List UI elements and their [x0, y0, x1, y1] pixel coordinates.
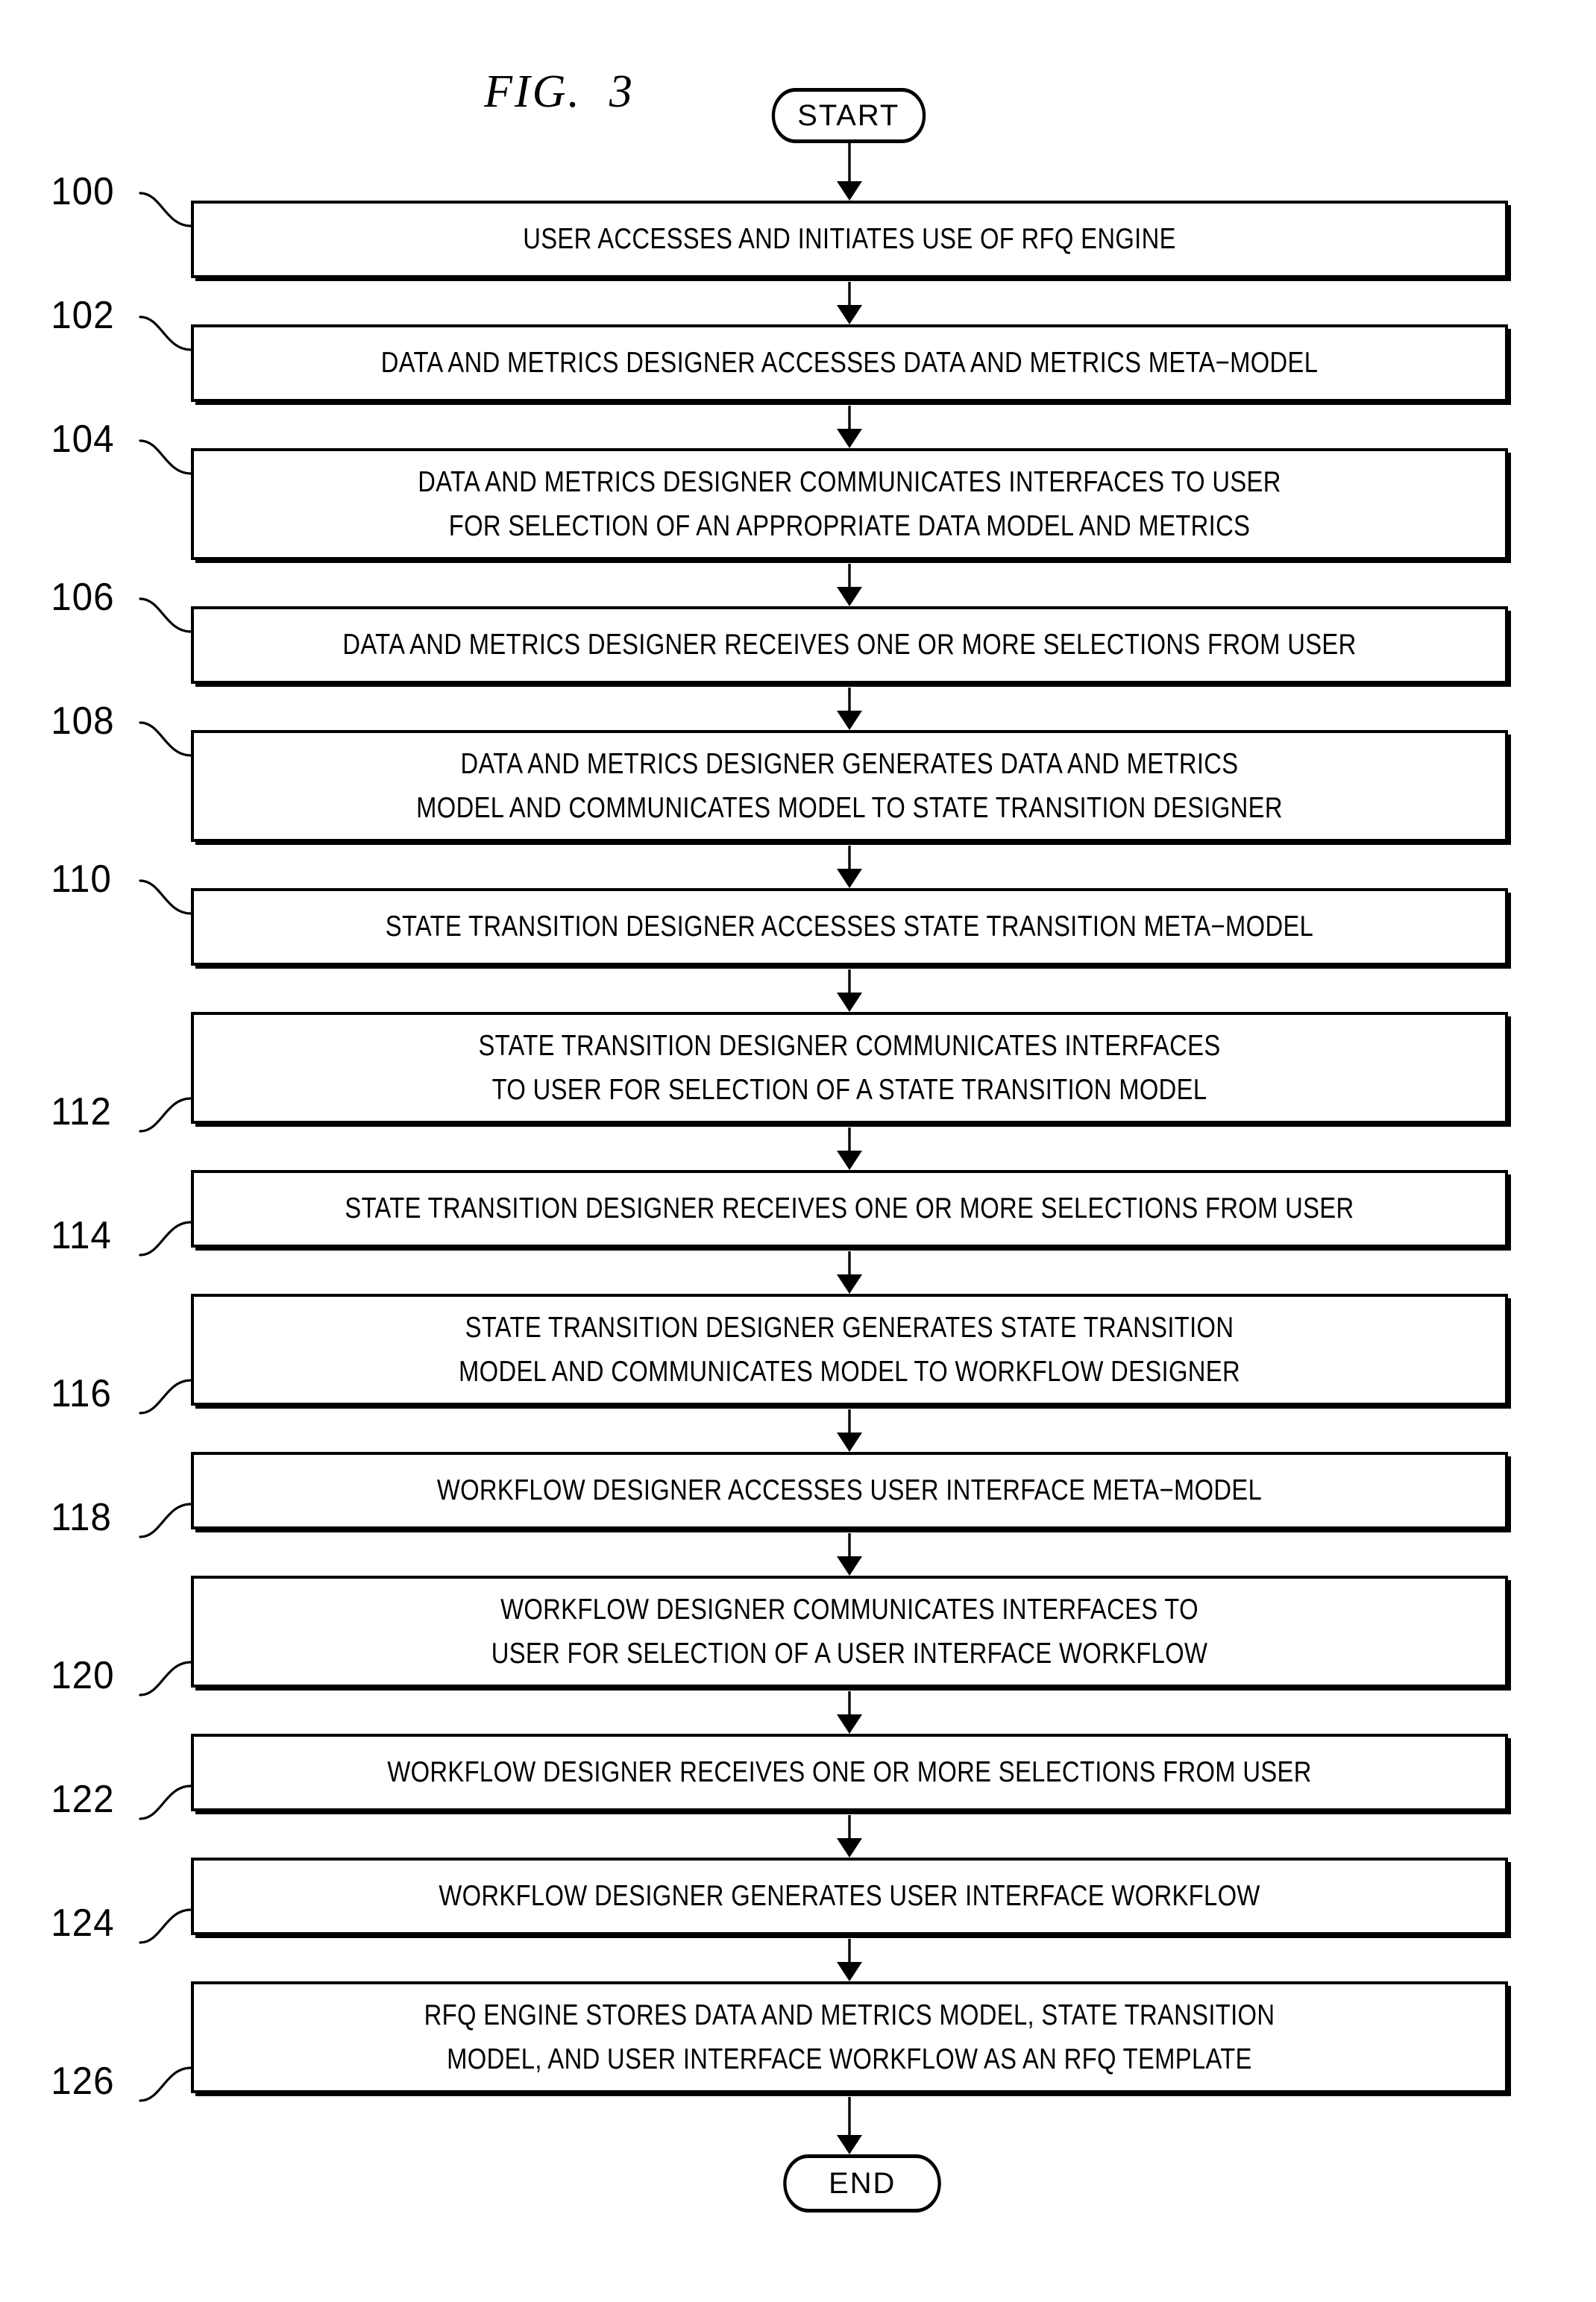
process-box-label: WORKFLOW DESIGNER ACCESSES USER INTERFAC… — [436, 1474, 1263, 1507]
arrow-116-to-118-head — [837, 1433, 862, 1452]
arrow-100-to-102-head — [837, 305, 862, 324]
process-box-124: WORKFLOW DESIGNER GENERATES USER INTERFA… — [191, 1858, 1508, 1935]
process-box-122: WORKFLOW DESIGNER RECEIVES ONE OR MORE S… — [191, 1734, 1508, 1811]
process-box-label: STATE TRANSITION DESIGNER RECEIVES ONE O… — [345, 1192, 1354, 1225]
end-terminator-label: END — [828, 2166, 896, 2200]
process-box-112: STATE TRANSITION DESIGNER COMMUNICATES I… — [191, 1012, 1508, 1124]
process-box-106: DATA AND METRICS DESIGNER RECEIVES ONE O… — [191, 606, 1508, 684]
start-terminator: START — [771, 88, 926, 143]
process-box-110: STATE TRANSITION DESIGNER ACCESSES STATE… — [191, 888, 1508, 966]
process-box-label: STATE TRANSITION DESIGNER GENERATES STAT… — [459, 1311, 1240, 1388]
process-box-104: DATA AND METRICS DESIGNER COMMUNICATES I… — [191, 448, 1508, 560]
leader-line-112 — [139, 1097, 192, 1133]
process-box-label: STATE TRANSITION DESIGNER COMMUNICATES I… — [478, 1029, 1221, 1106]
reference-numeral-118: 118 — [51, 1496, 112, 1539]
process-box-118: WORKFLOW DESIGNER ACCESSES USER INTERFAC… — [191, 1452, 1508, 1529]
arrow-106-to-108-head — [837, 711, 862, 730]
arrow-122-to-124-head — [837, 1838, 862, 1858]
process-box-label: WORKFLOW DESIGNER COMMUNICATES INTERFACE… — [491, 1593, 1208, 1670]
arrow-104-to-106-head — [837, 587, 862, 606]
arrow-124-to-126-head — [837, 1962, 862, 1981]
leader-line-118 — [139, 1503, 192, 1538]
reference-numeral-104: 104 — [51, 418, 115, 461]
reference-numeral-112: 112 — [51, 1090, 112, 1133]
leader-line-116 — [139, 1379, 192, 1415]
leader-line-124 — [139, 1908, 192, 1944]
leader-line-104 — [139, 439, 192, 475]
figure-title: FIG. 3 — [484, 66, 635, 117]
reference-numeral-100: 100 — [51, 170, 115, 213]
arrow-120-to-122-head — [837, 1714, 862, 1734]
process-box-label: USER ACCESSES AND INITIATES USE OF RFQ E… — [523, 223, 1176, 256]
reference-numeral-120: 120 — [51, 1654, 115, 1697]
process-box-label: RFQ ENGINE STORES DATA AND METRICS MODEL… — [424, 1998, 1275, 2075]
patent-figure-sheet: FIG. 3 START USER ACCESSES AND INITIATES… — [0, 0, 1596, 2302]
arrow-102-to-104-head — [837, 429, 862, 448]
reference-numeral-110: 110 — [51, 858, 112, 901]
arrow-110-to-112-head — [837, 993, 862, 1012]
reference-numeral-126: 126 — [51, 2060, 115, 2103]
arrow-108-to-110-head — [837, 869, 862, 888]
leader-line-122 — [139, 1784, 192, 1820]
end-terminator: END — [783, 2154, 941, 2213]
reference-numeral-106: 106 — [51, 576, 115, 619]
process-box-label: WORKFLOW DESIGNER GENERATES USER INTERFA… — [439, 1880, 1260, 1913]
process-box-108: DATA AND METRICS DESIGNER GENERATES DATA… — [191, 730, 1508, 842]
arrow-126-to-end-head — [837, 2135, 862, 2154]
process-box-126: RFQ ENGINE STORES DATA AND METRICS MODEL… — [191, 1981, 1508, 2093]
process-box-label: DATA AND METRICS DESIGNER RECEIVES ONE O… — [342, 629, 1357, 661]
start-terminator-label: START — [797, 98, 900, 132]
process-box-label: STATE TRANSITION DESIGNER ACCESSES STATE… — [385, 911, 1314, 943]
leader-line-120 — [139, 1661, 192, 1696]
leader-line-108 — [139, 721, 192, 757]
process-box-120: WORKFLOW DESIGNER COMMUNICATES INTERFACE… — [191, 1576, 1508, 1688]
process-box-label: DATA AND METRICS DESIGNER COMMUNICATES I… — [418, 465, 1281, 542]
leader-line-100 — [139, 192, 192, 227]
leader-line-102 — [139, 315, 192, 351]
process-box-label: WORKFLOW DESIGNER RECEIVES ONE OR MORE S… — [387, 1756, 1312, 1789]
process-box-label: DATA AND METRICS DESIGNER GENERATES DATA… — [416, 747, 1283, 824]
arrow-114-to-116-head — [837, 1274, 862, 1294]
leader-line-106 — [139, 597, 192, 633]
reference-numeral-116: 116 — [51, 1372, 112, 1415]
arrow-112-to-114-head — [837, 1151, 862, 1170]
process-box-label: DATA AND METRICS DESIGNER ACCESSES DATA … — [380, 347, 1319, 380]
process-box-100: USER ACCESSES AND INITIATES USE OF RFQ E… — [191, 201, 1508, 278]
process-box-102: DATA AND METRICS DESIGNER ACCESSES DATA … — [191, 324, 1508, 402]
reference-numeral-102: 102 — [51, 294, 115, 337]
leader-line-126 — [139, 2066, 192, 2102]
reference-numeral-124: 124 — [51, 1902, 115, 1945]
reference-numeral-122: 122 — [51, 1778, 115, 1821]
reference-numeral-114: 114 — [51, 1214, 112, 1257]
arrow-118-to-120-head — [837, 1556, 862, 1576]
process-box-114: STATE TRANSITION DESIGNER RECEIVES ONE O… — [191, 1170, 1508, 1248]
arrow-start-to-100-head — [837, 181, 862, 201]
reference-numeral-108: 108 — [51, 699, 115, 743]
leader-line-110 — [139, 879, 192, 915]
process-box-116: STATE TRANSITION DESIGNER GENERATES STAT… — [191, 1294, 1508, 1406]
leader-line-114 — [139, 1221, 192, 1257]
